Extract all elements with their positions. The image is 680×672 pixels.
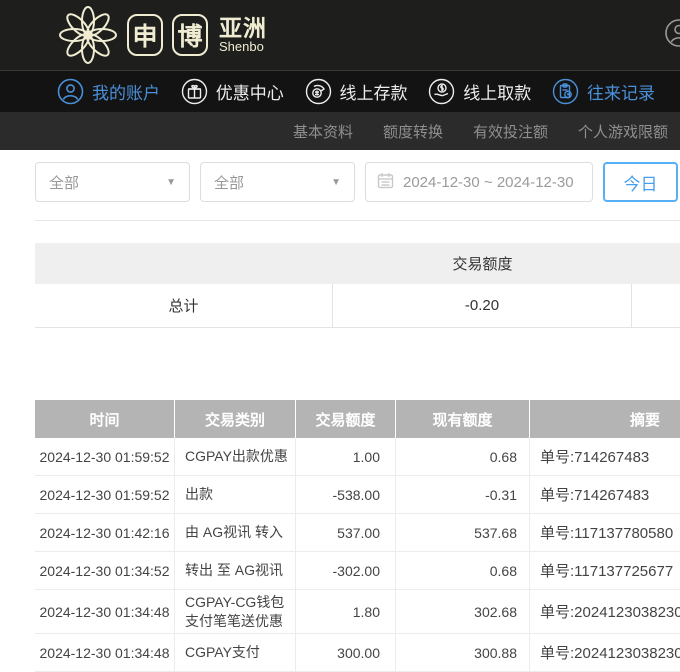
summary-total-value: -0.20 (333, 284, 632, 327)
nav-label: 线上存款 (340, 79, 408, 104)
summary-total-row: 总计 -0.20 (35, 284, 680, 328)
date-range-value: 2024-12-30 ~ 2024-12-30 (403, 174, 574, 191)
cell-type: 出款 (175, 476, 296, 513)
nav-item-deposit[interactable]: 线上存款 (305, 78, 408, 105)
transactions-table-header: 时间 交易类别 交易额度 现有额度 摘要 (35, 400, 680, 438)
table-row: 2024-12-30 01:59:52 出款 -538.00 -0.31 单号:… (35, 476, 680, 514)
cell-summary: 单号:117137780580 (530, 514, 680, 551)
transactions-table: 时间 交易类别 交易额度 现有额度 摘要 2024-12-30 01:59:52… (35, 400, 680, 672)
cell-amount: -538.00 (296, 476, 396, 513)
cell-balance: 0.68 (396, 552, 530, 589)
filter-bar: 全部 ▼ 全部 ▼ 2024-12-30 ~ 2024-12-30 今日 (35, 162, 680, 202)
select-value: 全部 (49, 172, 79, 193)
cell-amount: 300.00 (296, 634, 396, 671)
cell-type: CGPAY支付 (175, 634, 296, 671)
table-row: 2024-12-30 01:34:48 CGPAY支付 300.00 300.8… (35, 634, 680, 672)
cell-time: 2024-12-30 01:42:16 (35, 514, 175, 551)
date-range-input[interactable]: 2024-12-30 ~ 2024-12-30 (365, 162, 593, 202)
summary-header-empty (632, 243, 680, 284)
cell-type: CGPAY-CG钱包支付笔笔送优惠 (175, 590, 296, 633)
cell-amount: 537.00 (296, 514, 396, 551)
cell-summary: 单号:714267483 (530, 476, 680, 513)
summary-total-label: 总计 (35, 284, 333, 327)
withdraw-hand-coin-icon (428, 78, 455, 105)
col-header-balance: 现有额度 (396, 400, 530, 438)
nav-label: 我的账户 (92, 79, 160, 104)
header-logo-band: 申 博 亚洲 Shenbo (0, 0, 680, 70)
chevron-down-icon: ▼ (166, 177, 176, 188)
main-navigation: 我的账户 优惠中心 线上存款 (0, 70, 680, 112)
col-header-amount: 交易额度 (296, 400, 396, 438)
user-circle-icon (57, 78, 84, 105)
cell-type: 转出 至 AG视讯 (175, 552, 296, 589)
cell-time: 2024-12-30 01:59:52 (35, 476, 175, 513)
transaction-type-select-1[interactable]: 全部 ▼ (35, 162, 190, 202)
gift-icon (181, 78, 208, 105)
subnav-item-game-limits[interactable]: 个人游戏限额 (578, 121, 668, 142)
chevron-down-icon: ▼ (331, 177, 341, 188)
logo-subtitle-text: Shenbo (219, 40, 267, 54)
records-clipboard-icon (552, 78, 579, 105)
cell-type: 由 AG视讯 转入 (175, 514, 296, 551)
summary-header-amount: 交易额度 (333, 243, 632, 284)
cell-summary: 单号:714267483 (530, 438, 680, 475)
today-button[interactable]: 今日 (603, 162, 678, 202)
section-divider (35, 220, 680, 221)
calendar-icon (377, 172, 394, 193)
cell-time: 2024-12-30 01:34:48 (35, 590, 175, 633)
transaction-type-select-2[interactable]: 全部 ▼ (200, 162, 355, 202)
cell-summary: 单号:2024123038230344 (530, 634, 680, 671)
nav-label: 线上取款 (463, 79, 531, 104)
cell-balance: 0.68 (396, 438, 530, 475)
cell-time: 2024-12-30 01:34:48 (35, 634, 175, 671)
flower-logo-icon (58, 5, 118, 65)
col-header-time: 时间 (35, 400, 175, 438)
cell-amount: 1.00 (296, 438, 396, 475)
cell-type: CGPAY出款优惠 (175, 438, 296, 475)
logo-char-box-2: 博 (172, 14, 208, 56)
summary-empty-cell (632, 284, 680, 327)
cell-summary: 单号:117137725677 (530, 552, 680, 589)
nav-label: 往来记录 (587, 79, 655, 104)
summary-table-header: 交易额度 (35, 243, 680, 284)
nav-item-my-account[interactable]: 我的账户 (57, 78, 160, 105)
cell-time: 2024-12-30 01:34:52 (35, 552, 175, 589)
cell-time: 2024-12-30 01:59:52 (35, 438, 175, 475)
account-subnav: 基本资料 额度转换 有效投注额 个人游戏限额 (0, 112, 680, 150)
subnav-item-valid-bets[interactable]: 有效投注额 (473, 121, 548, 142)
deposit-hand-coin-icon (305, 78, 332, 105)
nav-item-promotions[interactable]: 优惠中心 (181, 78, 284, 105)
cell-amount: -302.00 (296, 552, 396, 589)
select-value: 全部 (214, 172, 244, 193)
logo-char-box-1: 申 (127, 14, 163, 56)
logo-region-text: 亚洲 (219, 16, 267, 40)
cell-balance: 300.88 (396, 634, 530, 671)
cell-balance: -0.31 (396, 476, 530, 513)
summary-header-empty (35, 243, 333, 284)
table-row: 2024-12-30 01:59:52 CGPAY出款优惠 1.00 0.68 … (35, 438, 680, 476)
summary-table: 交易额度 总计 -0.20 (35, 243, 680, 328)
col-header-summary: 摘要 (530, 400, 680, 438)
cell-summary: 单号:2024123038230344 (530, 590, 680, 633)
brand-logo[interactable]: 申 博 亚洲 Shenbo (58, 5, 267, 65)
nav-item-records[interactable]: 往来记录 (552, 78, 655, 105)
nav-item-withdraw[interactable]: 线上取款 (428, 78, 531, 105)
subnav-item-basic-info[interactable]: 基本资料 (293, 121, 353, 142)
table-row: 2024-12-30 01:42:16 由 AG视讯 转入 537.00 537… (35, 514, 680, 552)
nav-label: 优惠中心 (216, 79, 284, 104)
table-row: 2024-12-30 01:34:52 转出 至 AG视讯 -302.00 0.… (35, 552, 680, 590)
subnav-item-quota-transfer[interactable]: 额度转换 (383, 121, 443, 142)
user-avatar-icon[interactable] (664, 18, 680, 53)
table-row: 2024-12-30 01:34:48 CGPAY-CG钱包支付笔笔送优惠 1.… (35, 590, 680, 634)
cell-amount: 1.80 (296, 590, 396, 633)
cell-balance: 537.68 (396, 514, 530, 551)
cell-balance: 302.68 (396, 590, 530, 633)
col-header-type: 交易类别 (175, 400, 296, 438)
